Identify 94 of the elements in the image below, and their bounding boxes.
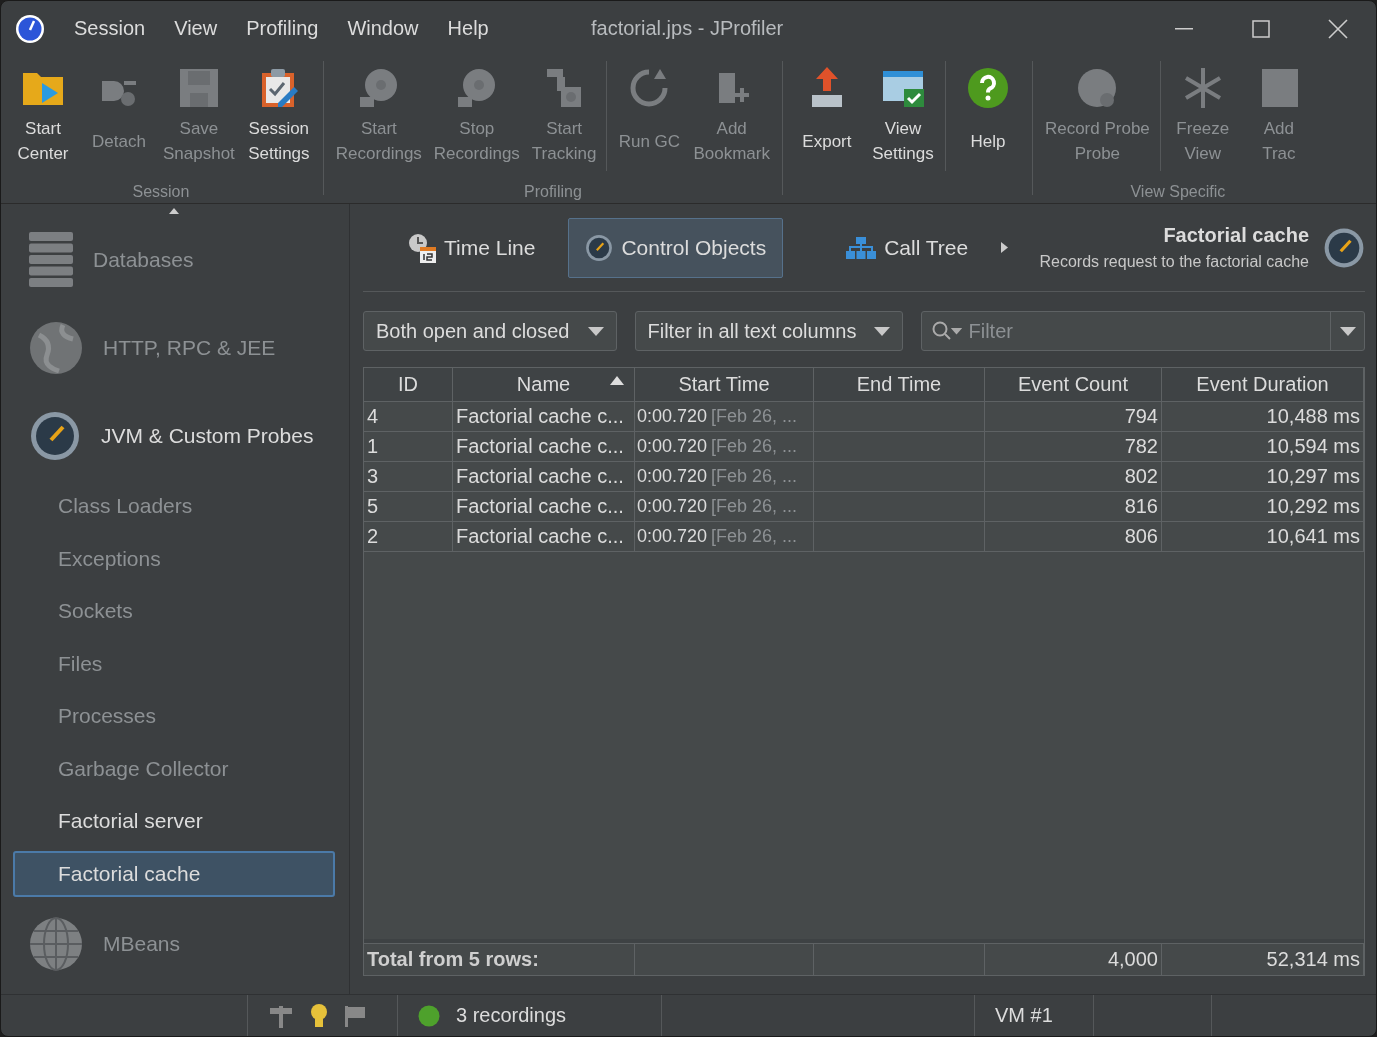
sidebar-item[interactable]: Factorial cache <box>13 850 335 897</box>
caret-down-icon <box>1339 326 1356 336</box>
table-cell: 816 <box>985 492 1162 522</box>
table-cell: 806 <box>985 522 1162 552</box>
column-header[interactable]: Event Duration <box>1162 368 1364 402</box>
toolbar-button[interactable]: View Settings <box>864 61 941 171</box>
table-cell: 0:00.720 [Feb 26, ... <box>635 402 814 432</box>
database-icon <box>29 232 73 288</box>
gauge-icon <box>585 233 614 262</box>
table-cell: Factorial cache c... <box>453 492 635 522</box>
table-cell: Factorial cache c... <box>453 522 635 552</box>
table-cell: Factorial cache c... <box>453 432 635 462</box>
table-cell: 4 <box>364 402 453 432</box>
table-cell: 0:00.720 [Feb 26, ... <box>635 522 814 552</box>
probe-description: Records request to the factorial cache <box>1039 253 1309 271</box>
sidebar-item[interactable]: Exceptions <box>13 535 335 582</box>
table-cell: Factorial cache c... <box>453 402 635 432</box>
table-cell: 802 <box>985 462 1162 492</box>
table-cell: 0:00.720 [Feb 26, ... <box>635 462 814 492</box>
column-header[interactable]: End Time <box>814 368 985 402</box>
total-label: Total from 5 rows: <box>364 943 635 975</box>
column-header[interactable]: Event Count <box>985 368 1162 402</box>
globe-grid-icon <box>29 917 83 971</box>
state-dropdown[interactable]: Both open and closed <box>363 311 617 351</box>
table-cell: 10,292 ms <box>1162 492 1364 522</box>
group-label: Session <box>132 183 190 201</box>
clock-calendar-icon <box>408 232 436 263</box>
table-cell: 10,641 ms <box>1162 522 1364 552</box>
column-header[interactable]: ID <box>364 368 453 402</box>
sidebar-category[interactable]: HTTP, RPC & JEE <box>13 304 335 392</box>
sidebar-item[interactable]: Garbage Collector <box>13 745 335 792</box>
table-cell: 0:00.720 [Feb 26, ... <box>635 432 814 462</box>
search-input[interactable]: Filter <box>966 318 1330 344</box>
menu-item[interactable]: Session <box>74 17 146 40</box>
caret-down-icon <box>587 326 604 336</box>
column-header[interactable]: Start Time <box>635 368 814 402</box>
total-cell: 4,000 <box>985 943 1162 975</box>
sort-ascending-icon <box>610 376 624 385</box>
gauge-icon <box>29 410 81 462</box>
caret-down-icon <box>874 326 891 336</box>
sidebar-item[interactable]: Sockets <box>13 588 335 634</box>
column-dropdown[interactable]: Filter in all text columns <box>634 311 904 351</box>
maximize-icon[interactable] <box>1251 19 1270 38</box>
sidebar-item[interactable]: Files <box>13 640 335 687</box>
view-tab[interactable]: Control Objects <box>568 217 784 278</box>
minimize-icon[interactable] <box>1174 27 1193 30</box>
gauge-icon <box>1323 226 1365 269</box>
lightbulb-icon[interactable] <box>310 1003 328 1028</box>
tree-blocks-icon <box>846 236 877 259</box>
toolbar-button[interactable]: Help <box>949 61 1026 171</box>
close-icon[interactable] <box>1327 18 1348 39</box>
globe-icon <box>29 321 83 375</box>
toolbar-button[interactable]: Session Settings <box>240 61 317 171</box>
flag-icon[interactable] <box>344 1004 366 1027</box>
window-title: factorial.jps - JProfiler <box>591 17 784 40</box>
toolbar-button[interactable]: Start Center <box>5 61 81 171</box>
column-header[interactable]: Name <box>453 368 635 402</box>
menu-item[interactable]: Window <box>347 17 419 40</box>
scroll-up-icon[interactable] <box>169 208 179 214</box>
menu-item[interactable]: Help <box>447 17 489 40</box>
toolbar-button[interactable]: Export <box>788 61 865 171</box>
table-cell: 10,594 ms <box>1162 432 1364 462</box>
view-tab[interactable]: Call Tree <box>829 217 986 278</box>
menu-item[interactable]: Profiling <box>246 17 319 40</box>
sidebar-item[interactable]: Processes <box>13 693 335 739</box>
table-cell: 10,488 ms <box>1162 402 1364 432</box>
search-field[interactable]: Filter <box>921 311 1365 351</box>
vm-status: VM #1 <box>995 1004 1053 1027</box>
app-logo-icon <box>15 13 45 44</box>
table-cell: 3 <box>364 462 453 492</box>
sidebar-category[interactable]: Databases <box>13 216 335 304</box>
table-cell: 1 <box>364 432 453 462</box>
view-tab[interactable]: Time Line <box>391 217 553 278</box>
group-label: Profiling <box>524 183 582 201</box>
search-icon <box>932 321 963 341</box>
sidebar-item[interactable]: Factorial server <box>13 798 335 844</box>
more-arrow-icon[interactable] <box>1001 242 1009 253</box>
total-cell: 52,314 ms <box>1162 943 1364 975</box>
sidebar-category[interactable]: MBeans <box>13 900 335 988</box>
table-cell: Factorial cache c... <box>453 462 635 492</box>
menu-item[interactable]: View <box>174 17 218 40</box>
sidebar-category[interactable]: JVM & Custom Probes <box>13 392 335 480</box>
table-cell: 0:00.720 [Feb 26, ... <box>635 492 814 522</box>
signpost-icon[interactable] <box>268 1003 294 1028</box>
group-label: View Specific <box>1130 183 1226 201</box>
status-dot-icon <box>418 1004 440 1027</box>
recordings-status: 3 recordings <box>456 1004 567 1027</box>
table-cell: 782 <box>985 432 1162 462</box>
table-cell: 5 <box>364 492 453 522</box>
table-cell: 794 <box>985 402 1162 432</box>
sidebar-item[interactable]: Class Loaders <box>13 483 335 529</box>
table-cell: 2 <box>364 522 453 552</box>
table-cell: 10,297 ms <box>1162 462 1364 492</box>
probe-title: Factorial cache <box>1163 224 1309 247</box>
